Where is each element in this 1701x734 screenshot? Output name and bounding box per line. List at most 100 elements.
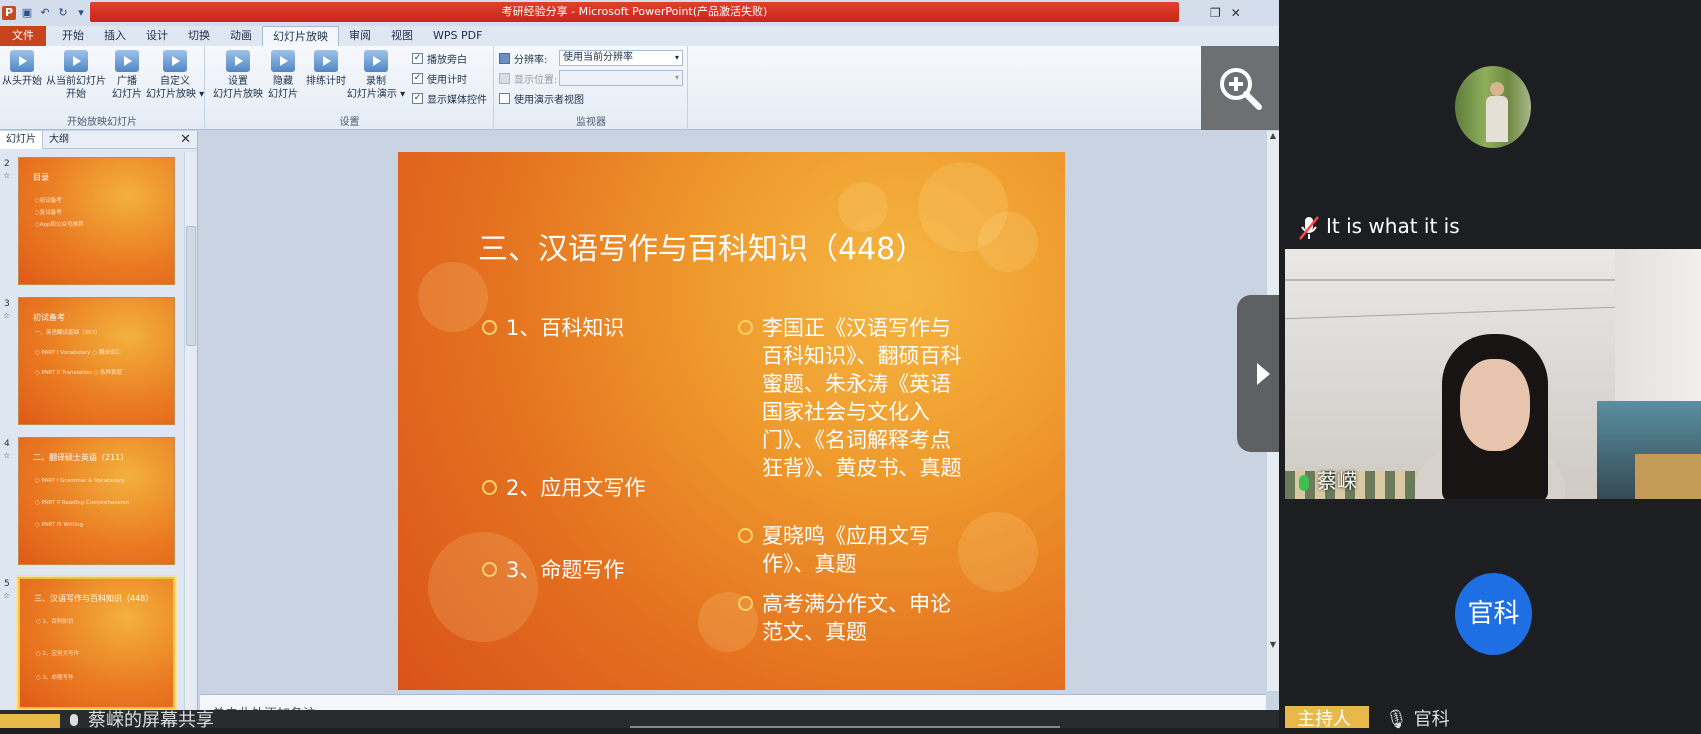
bullet-circle-icon bbox=[738, 320, 753, 335]
powerpoint-window: P ▣ ↶ ↻ ▾ 考研经验分享 - Microsoft PowerPoint(… bbox=[0, 0, 1279, 728]
thumbnail-scrollbar[interactable] bbox=[184, 152, 196, 712]
collapse-panel-button[interactable] bbox=[1237, 295, 1279, 452]
thumb-title: 目录 bbox=[33, 173, 49, 182]
bottom-participant-name-text: 官科 bbox=[1413, 709, 1450, 730]
tab-wps-pdf[interactable]: WPS PDF bbox=[423, 26, 492, 46]
tab-transitions[interactable]: 切换 bbox=[178, 26, 220, 46]
thumb-line: ○ PART II Reading Comprehension bbox=[35, 500, 130, 506]
scroll-down-icon[interactable]: ▼ bbox=[1267, 640, 1279, 649]
zoom-button[interactable] bbox=[1201, 46, 1279, 130]
hide-slide-button[interactable]: 隐藏 幻灯片 bbox=[266, 50, 300, 101]
use-timings-label: 使用计时 bbox=[427, 74, 467, 86]
monitor-icon bbox=[499, 52, 510, 64]
rehearse-timings-button[interactable]: 排练计时 bbox=[304, 50, 348, 88]
participant-avatar-initials[interactable]: 官科 bbox=[1455, 573, 1532, 655]
video-participant-name: 蔡嵘 bbox=[1299, 465, 1357, 494]
tab-animations[interactable]: 动画 bbox=[220, 26, 262, 46]
thumb-line: 一、英语翻译基础（357） bbox=[35, 330, 101, 336]
display-position-select[interactable]: ▾ bbox=[559, 70, 683, 86]
ribbon-tabs: 文件 开始 插入 设计 切换 动画 幻灯片放映 审阅 视图 WPS PDF bbox=[0, 26, 1279, 46]
chevron-down-icon: ▾ bbox=[674, 53, 679, 62]
checkbox-checked-icon: ✓ bbox=[412, 72, 423, 84]
slide-left-item: 2、应用文写作 bbox=[482, 474, 645, 502]
muted-microphone-icon bbox=[1298, 215, 1320, 241]
transition-icon: ☆ bbox=[3, 451, 11, 460]
record-slideshow-label: 录制 幻灯片演示 ▾ bbox=[346, 76, 406, 100]
restore-window-icon[interactable]: ❐ bbox=[1210, 6, 1221, 20]
bullet-circle-icon bbox=[482, 480, 497, 495]
microphone-active-icon bbox=[1299, 474, 1309, 491]
tab-design[interactable]: 设计 bbox=[136, 26, 178, 46]
thumbnail-scroll-thumb[interactable] bbox=[186, 226, 196, 346]
decor-bubble bbox=[978, 212, 1038, 272]
record-icon bbox=[364, 50, 388, 72]
use-timings-checkbox[interactable]: ✓ 使用计时 bbox=[412, 71, 467, 86]
group-label-monitor: 监视器 bbox=[576, 117, 606, 128]
tab-insert[interactable]: 插入 bbox=[94, 26, 136, 46]
save-icon[interactable]: ▣ bbox=[20, 6, 34, 20]
thumb-line: ○复试备考 bbox=[35, 210, 62, 216]
video-participant-name-text: 蔡嵘 bbox=[1317, 469, 1357, 493]
play-from-current-icon bbox=[64, 50, 88, 72]
redo-icon[interactable]: ↻ bbox=[56, 6, 70, 20]
tab-review[interactable]: 审阅 bbox=[339, 26, 381, 46]
undo-icon[interactable]: ↶ bbox=[38, 6, 52, 20]
play-narration-checkbox[interactable]: ✓ 播放旁白 bbox=[412, 51, 467, 66]
slide-thumbnail-pane: 幻灯片 大纲 ✕ 2 ☆ 目录 ○初试备考 ○复试备考 ○App和公众号推荐 3… bbox=[0, 130, 198, 728]
slide-right-item: 李国正《汉语写作与百科知识》、翻硕百科蜜题、朱永涛《英语国家社会与文化入门》、《… bbox=[738, 314, 962, 482]
tab-file[interactable]: 文件 bbox=[0, 26, 46, 46]
thumb-number: 3 bbox=[4, 299, 10, 309]
tab-view[interactable]: 视图 bbox=[381, 26, 423, 46]
current-slide[interactable]: 三、汉语写作与百科知识（448） 1、百科知识 2、应用文写作 3、命题写作 李… bbox=[398, 152, 1065, 690]
bullet-circle-icon bbox=[482, 562, 497, 577]
slide-right-item: 高考满分作文、申论范文、真题 bbox=[738, 590, 962, 646]
slide-thumbnail-3[interactable]: 初试备考 一、英语翻译基础（357） ○ PART I Vocabulary ○… bbox=[18, 297, 175, 425]
slide-right-item-text: 李国正《汉语写作与百科知识》、翻硕百科蜜题、朱永涛《英语国家社会与文化入门》、《… bbox=[762, 316, 962, 480]
tab-slideshow[interactable]: 幻灯片放映 bbox=[262, 26, 339, 46]
from-current-slide-button[interactable]: 从当前幻灯片 开始 bbox=[44, 50, 108, 101]
resolution-label-text: 分辨率: bbox=[514, 54, 548, 66]
close-window-icon[interactable]: ✕ bbox=[1231, 6, 1241, 20]
bottom-participant-name: 🎙 官科 bbox=[1385, 706, 1450, 734]
slide-thumbnail-4[interactable]: 二、翻译硕士英语（211） ○ PART I Grammar & Vocabul… bbox=[18, 437, 175, 565]
display-position-label: 显示位置: bbox=[499, 71, 557, 86]
record-slideshow-button[interactable]: 录制 幻灯片演示 ▾ bbox=[346, 50, 406, 101]
from-beginning-button[interactable]: 从头开始 bbox=[2, 50, 42, 88]
tab-outline[interactable]: 大纲 bbox=[43, 131, 75, 149]
chevron-right-icon bbox=[1256, 362, 1270, 385]
slide-thumbnail-5[interactable]: 三、汉语写作与百科知识（448） ○ 1、百科知识 ○ 2、应用文写作 ○ 3、… bbox=[18, 577, 175, 709]
participant-video[interactable]: 蔡嵘 bbox=[1285, 249, 1701, 499]
custom-slideshow-button[interactable]: 自定义 幻灯片放映 ▾ bbox=[146, 50, 204, 101]
participant-name: It is what it is bbox=[1298, 214, 1460, 241]
window-controls: ❐ ✕ bbox=[1210, 0, 1241, 26]
show-media-controls-checkbox[interactable]: ✓ 显示媒体控件 bbox=[412, 91, 487, 106]
share-tag bbox=[0, 714, 60, 728]
resolution-select[interactable]: 使用当前分辨率 ▾ bbox=[559, 50, 683, 66]
broadcast-slideshow-button[interactable]: 广播 幻灯片 bbox=[112, 50, 142, 101]
slide-right-item-text: 夏晓鸣《应用文写作》、真题 bbox=[762, 524, 930, 576]
thumb-title: 初试备考 bbox=[33, 313, 65, 322]
thumb-line: ○ 3、命题写作 bbox=[36, 675, 74, 681]
broadcast-label: 广播 幻灯片 bbox=[112, 76, 142, 100]
rehearse-timings-label: 排练计时 bbox=[306, 76, 346, 87]
play-from-start-icon bbox=[10, 50, 34, 72]
ribbon-group-setup: 设置 幻灯片放映 隐藏 幻灯片 排练计时 录制 幻灯片演示 ▾ ✓ 播放旁白 ✓ 使… bbox=[206, 46, 494, 130]
tab-slides[interactable]: 幻灯片 bbox=[0, 130, 43, 149]
bullet-circle-icon bbox=[738, 596, 753, 611]
muted-microphone-icon: 🎙 bbox=[1385, 709, 1408, 730]
close-icon[interactable]: ✕ bbox=[180, 132, 191, 147]
thumb-line: ○ PART I Vocabulary ○ 翻译词汇 bbox=[35, 350, 121, 356]
window-title: 考研经验分享 - Microsoft PowerPoint(产品激活失败) bbox=[501, 5, 768, 18]
thumb-line: ○ PART I Grammar & Vocabulary bbox=[35, 478, 125, 484]
tab-home[interactable]: 开始 bbox=[52, 26, 94, 46]
screen-share-bar: 蔡嵘的屏幕共享 bbox=[0, 710, 1279, 728]
participant-avatar[interactable] bbox=[1455, 66, 1531, 148]
decor-bubble bbox=[418, 262, 488, 332]
bottom-participant-row: 主持人 🎙 官科 bbox=[1285, 706, 1701, 730]
presenter-view-checkbox[interactable]: 使用演示者视图 bbox=[499, 91, 584, 106]
slide-thumbnail-2[interactable]: 目录 ○初试备考 ○复试备考 ○App和公众号推荐 bbox=[18, 157, 175, 285]
zoom-in-icon bbox=[1220, 68, 1262, 110]
scroll-up-icon[interactable]: ▲ bbox=[1267, 131, 1279, 140]
customize-qat-icon[interactable]: ▾ bbox=[74, 6, 88, 20]
setup-slideshow-button[interactable]: 设置 幻灯片放映 bbox=[212, 50, 264, 101]
